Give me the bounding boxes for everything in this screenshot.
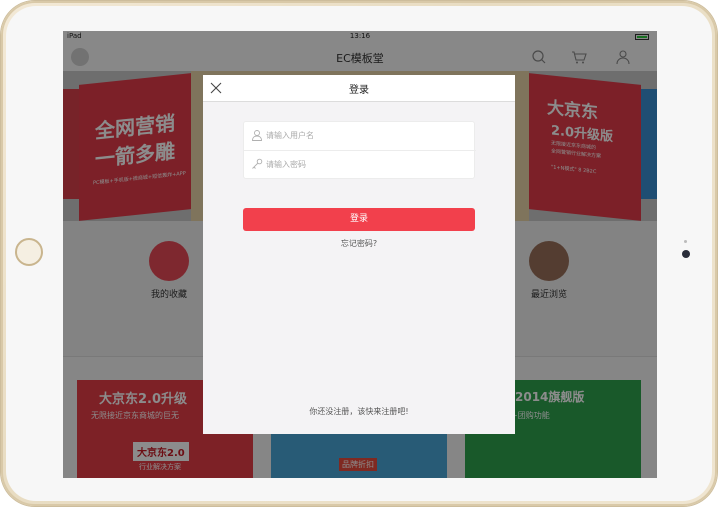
forgot-password-link[interactable]: 忘记密码? <box>203 238 515 249</box>
login-button[interactable]: 登录 <box>243 208 475 231</box>
username-input[interactable] <box>266 127 466 143</box>
dialog-header: 登录 <box>203 75 515 102</box>
password-input[interactable] <box>266 156 466 172</box>
key-icon <box>252 158 263 169</box>
login-dialog: 登录 登录 忘记密码? 你还没注册，该快来注册吧! <box>203 75 515 434</box>
camera-icon <box>682 250 690 258</box>
home-button[interactable] <box>15 238 43 266</box>
app-screen: iPad 13:16 EC模板堂 全网营销 一箭多雕 PC模板+手机版+微商城+… <box>63 31 657 478</box>
login-form <box>243 121 476 179</box>
register-prompt[interactable]: 你还没注册，该快来注册吧! <box>203 406 515 417</box>
user-icon <box>252 130 262 141</box>
username-row <box>244 122 476 151</box>
dialog-title: 登录 <box>349 85 369 96</box>
light-sensor <box>684 240 687 243</box>
password-row <box>244 151 476 179</box>
